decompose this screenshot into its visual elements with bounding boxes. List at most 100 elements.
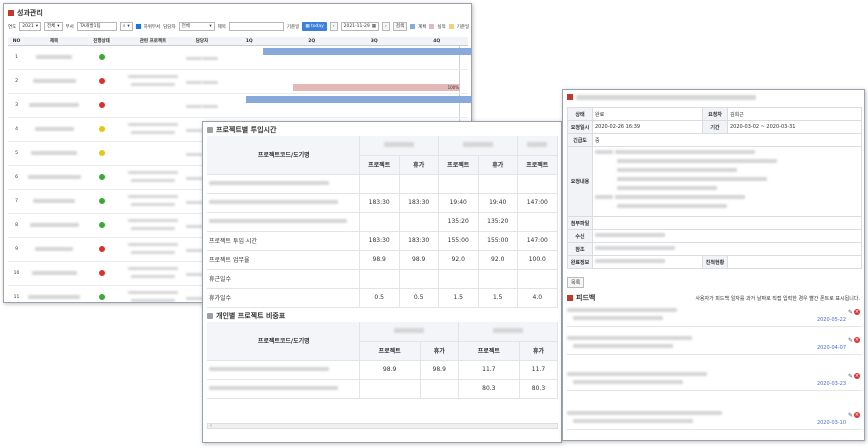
feedback-text-blurred bbox=[573, 380, 683, 384]
row-title-blurred[interactable] bbox=[25, 222, 83, 229]
row-title-blurred[interactable] bbox=[25, 246, 83, 253]
row-title-blurred[interactable] bbox=[25, 270, 83, 277]
edit-icon[interactable]: ✎ bbox=[848, 309, 853, 316]
sub-header-cell: 휴가 bbox=[420, 341, 459, 361]
table-row[interactable]: 2 100% bbox=[8, 70, 468, 94]
table-row: 98.9 98.9 11.7 11.7 bbox=[207, 360, 559, 380]
table-row[interactable]: 3 95.2% bbox=[8, 94, 471, 118]
row-title-blurred[interactable] bbox=[25, 54, 83, 61]
table-row: 80.3 80.3 bbox=[207, 379, 559, 399]
feedback-item: ✎ × 2020-04-07 bbox=[567, 333, 862, 355]
status-dot-icon bbox=[98, 53, 105, 60]
status-dot-icon bbox=[98, 149, 105, 156]
value-cell bbox=[517, 269, 559, 289]
value-cell bbox=[399, 174, 439, 194]
row-title-blurred[interactable] bbox=[25, 150, 83, 157]
member-name-blurred bbox=[462, 141, 493, 147]
title-input[interactable] bbox=[228, 22, 284, 31]
row-title-blurred[interactable] bbox=[25, 126, 83, 133]
table-row: 휴근일수 bbox=[207, 269, 559, 289]
value-cell: 98.9 bbox=[359, 250, 400, 270]
list-button[interactable]: 목록 bbox=[567, 277, 585, 288]
row-title-blurred[interactable] bbox=[25, 198, 83, 205]
legend-plan-swatch bbox=[410, 24, 416, 29]
delete-icon[interactable]: × bbox=[854, 373, 860, 379]
related-project-blurred bbox=[120, 123, 186, 136]
plan-bar[interactable]: 95.2% bbox=[246, 96, 471, 103]
owner-blurred bbox=[186, 54, 218, 62]
today-button[interactable]: ▦ today bbox=[302, 22, 327, 31]
row-title-blurred[interactable] bbox=[25, 78, 83, 85]
delete-icon[interactable]: × bbox=[854, 412, 860, 418]
filter-bar: 연도 2021 ▾ 전체 ▾ 부서 TA개발1팀 ⌕ ▾ 하위부서 담당자 전체 ▾ 제… bbox=[8, 22, 470, 31]
project-code-blurred bbox=[207, 360, 360, 380]
chevron-down-icon: ▾ bbox=[209, 24, 212, 29]
table-row[interactable]: 1 90.8% bbox=[8, 46, 471, 70]
value-cell bbox=[399, 269, 439, 289]
value-cell: 98.9 bbox=[420, 360, 459, 380]
owner-blurred bbox=[186, 102, 218, 110]
dept-search-button[interactable]: ⌕ ▾ bbox=[119, 22, 133, 31]
year-select[interactable]: 2021 ▾ bbox=[19, 22, 41, 31]
horizontal-scrollbar[interactable]: ‹ bbox=[207, 423, 558, 429]
row-title-blurred[interactable] bbox=[25, 102, 83, 109]
row-label: 프로젝트 업무율 bbox=[207, 250, 360, 270]
edit-icon[interactable]: ✎ bbox=[848, 373, 853, 380]
window-title-icon bbox=[567, 94, 573, 100]
chevron-down-icon: ▾ bbox=[35, 24, 38, 29]
row-number: 4 bbox=[15, 127, 18, 132]
scroll-left-icon[interactable]: ‹ bbox=[210, 423, 212, 429]
search-button[interactable]: 검색 bbox=[392, 22, 408, 31]
prev-date-button[interactable]: ‹ bbox=[329, 22, 338, 31]
sub-header-cell: 프로젝트 bbox=[517, 155, 559, 175]
chevron-down-icon: ▾ bbox=[57, 24, 60, 29]
next-date-button[interactable]: › bbox=[382, 22, 390, 31]
request-detail-table: 상태 완료 요청자 김희근 요청일시 2020-02-26 16:39 기간 2… bbox=[567, 107, 862, 269]
value-cell bbox=[438, 269, 479, 289]
edit-icon[interactable]: ✎ bbox=[848, 412, 853, 419]
done-info-blurred bbox=[595, 259, 665, 263]
date-input[interactable]: 2021-11-29 ▦ bbox=[340, 22, 380, 31]
related-project-blurred bbox=[120, 291, 186, 302]
delete-icon[interactable]: × bbox=[854, 309, 860, 315]
scope-select[interactable]: 전체 ▾ bbox=[44, 22, 63, 31]
value-cell: 183:30 bbox=[359, 231, 400, 251]
related-project-blurred bbox=[120, 219, 186, 232]
delete-icon[interactable]: × bbox=[854, 337, 860, 343]
section2-title: 개인별 프로젝트 비중표 bbox=[207, 311, 285, 321]
row-number: 10 bbox=[13, 271, 20, 276]
feedback-item: ✎ × 2020-03-23 bbox=[567, 369, 862, 391]
project-ratio-table: 프로젝트코드/도기명 프로젝트 휴가 프로젝트 휴가 98.9 98.9 11.7 11.7… bbox=[207, 322, 559, 399]
project-code-blurred bbox=[207, 174, 360, 194]
project-hours-table: 프로젝트코드/도기명 프로젝트 휴가 프로젝트 휴가 프로젝트 183:30 183:30… bbox=[207, 136, 559, 308]
value-cell bbox=[517, 174, 559, 194]
status-dot-icon bbox=[98, 173, 105, 180]
project-hours-window: 프로젝트별 투입시간 프로젝트코드/도기명 프로젝트 휴가 프로젝트 휴가 프로젝트 1… bbox=[202, 121, 562, 443]
plan-bar[interactable]: 90.8% bbox=[263, 48, 471, 55]
actual-bar[interactable]: 100% bbox=[293, 84, 460, 91]
row-number: 8 bbox=[15, 223, 18, 228]
sub-dept-checkbox[interactable] bbox=[135, 24, 141, 29]
performance-title: 성과관리 bbox=[8, 8, 43, 18]
value-cell: 1.5 bbox=[438, 288, 479, 308]
legend-base-swatch bbox=[448, 24, 454, 29]
table-header: NO 제목 진행상태 관련 프로젝트 담당자 1Q 2Q 3Q 4Q bbox=[8, 37, 468, 46]
feedback-date: 2020-04-07 bbox=[816, 345, 846, 351]
bar-percent-label: 100% bbox=[447, 85, 459, 90]
status-dot-icon bbox=[98, 101, 105, 108]
row-title-blurred[interactable] bbox=[25, 174, 83, 181]
owner-select[interactable]: 전체 ▾ bbox=[178, 22, 215, 31]
value-cell bbox=[359, 174, 400, 194]
feedback-text-blurred bbox=[567, 308, 677, 312]
member-name-blurred bbox=[492, 327, 523, 333]
related-project-blurred bbox=[120, 195, 186, 208]
feedback-hint: 사용자가 피드백 일자를 과거 날짜로 직접 입력한 경우 빨간 폰트로 표시됩… bbox=[695, 296, 860, 302]
value-cell bbox=[438, 174, 479, 194]
section1-title: 프로젝트별 투입시간 bbox=[207, 125, 276, 135]
cc-blurred bbox=[595, 246, 675, 250]
feedback-title: 피드백 bbox=[567, 293, 595, 303]
dept-input[interactable]: TA개발1팀 bbox=[76, 22, 117, 31]
value-cell: 92.0 bbox=[478, 250, 518, 270]
edit-icon[interactable]: ✎ bbox=[848, 337, 853, 344]
row-title-blurred[interactable] bbox=[25, 294, 83, 301]
